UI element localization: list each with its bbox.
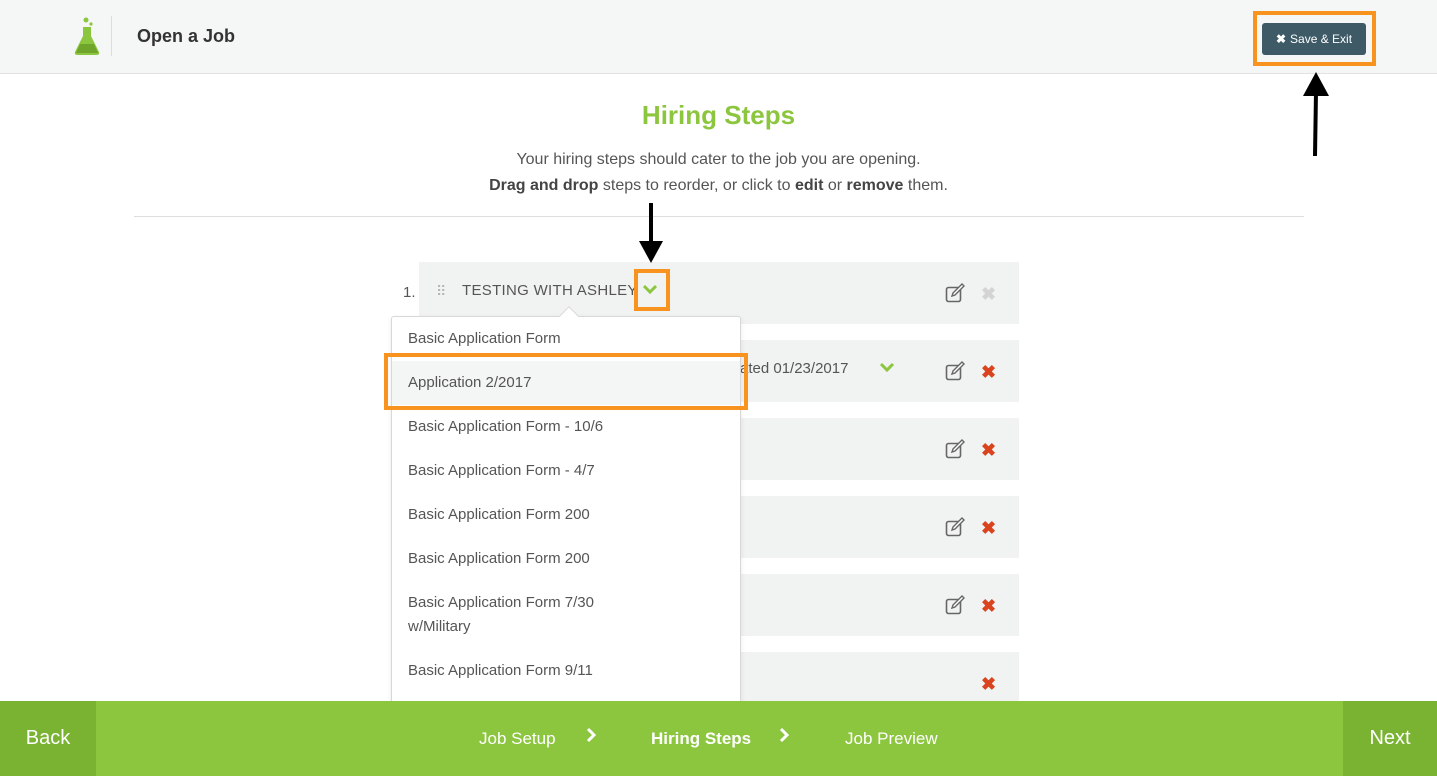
subtitle-mid-1: steps to reorder, or click to — [598, 177, 795, 194]
subtitle-line-2: Drag and drop steps to reorder, or click… — [0, 173, 1437, 199]
dropdown-option[interactable]: Basic Application Form - 10/6 — [392, 415, 740, 439]
top-header: Open a Job ✖ Save & Exit — [0, 0, 1437, 74]
dropdown-option-selected[interactable]: Application 2/2017 — [392, 361, 740, 405]
x-icon: ✖ — [1275, 32, 1287, 46]
subtitle-bold-drag: Drag and drop — [489, 177, 599, 194]
save-exit-button[interactable]: ✖ Save & Exit — [1262, 23, 1366, 55]
subtitle-end: them. — [903, 177, 948, 194]
dropdown-option[interactable]: Basic Application Form 9/11 — [392, 659, 740, 683]
delete-icon: ✖ — [981, 284, 997, 304]
edit-icon[interactable] — [945, 439, 965, 459]
section-title: Hiring Steps — [641, 100, 796, 130]
section-divider — [134, 216, 1304, 217]
breadcrumb-job-preview[interactable]: Job Preview — [845, 729, 938, 749]
annotation-arrow-up — [1303, 72, 1329, 157]
subtitle-mid-2: or — [823, 177, 847, 194]
edit-icon[interactable] — [945, 595, 965, 615]
chevron-down-icon[interactable] — [642, 282, 658, 300]
step-name: TESTING WITH ASHLEY — [462, 282, 638, 299]
annotation-arrow-down — [639, 203, 663, 263]
delete-icon[interactable]: ✖ — [981, 363, 996, 381]
subtitle-line-1: Your hiring steps should cater to the jo… — [516, 151, 921, 168]
step-number: 1. — [403, 284, 416, 301]
dropdown-option[interactable]: Basic Application Form - 4/7 — [392, 459, 740, 483]
page-title: Open a Job — [137, 26, 236, 46]
wizard-footer: Back Job Setup Hiring Steps Job Preview … — [0, 701, 1437, 776]
edit-icon[interactable] — [945, 283, 965, 303]
dropdown-option[interactable]: Basic Application Form 7/30 — [392, 591, 740, 615]
dropdown-option[interactable]: Basic Application Form — [392, 327, 740, 351]
edit-icon[interactable] — [945, 361, 965, 381]
subtitle-bold-edit: edit — [794, 177, 824, 194]
back-button[interactable]: Back — [0, 701, 96, 776]
dropdown-option[interactable]: Basic Application Form 200 — [392, 503, 740, 527]
chevron-down-icon[interactable] — [879, 360, 895, 377]
delete-icon[interactable]: ✖ — [981, 675, 996, 693]
edit-icon[interactable] — [945, 517, 965, 537]
next-button[interactable]: Next — [1343, 701, 1437, 776]
save-exit-label: Save & Exit — [1290, 32, 1353, 46]
dropdown-option-continued[interactable]: w/Military — [392, 615, 740, 639]
drag-handle-icon[interactable]: ⠿ — [436, 283, 446, 300]
breadcrumb-job-setup[interactable]: Job Setup — [479, 729, 556, 749]
subtitle-bold-remove: remove — [846, 177, 904, 194]
chevron-right-icon — [585, 727, 597, 748]
delete-icon[interactable]: ✖ — [981, 519, 996, 537]
dropdown-option[interactable]: Basic Application Form 200 — [392, 547, 740, 571]
header-divider — [111, 16, 112, 56]
section-subtitle: Your hiring steps should cater to the jo… — [0, 147, 1437, 199]
step-subtext: ated 01/23/2017 — [740, 360, 849, 377]
breadcrumb-hiring-steps[interactable]: Hiring Steps — [651, 729, 751, 749]
flask-logo-icon — [74, 17, 100, 55]
delete-icon[interactable]: ✖ — [981, 597, 996, 615]
delete-icon[interactable]: ✖ — [981, 441, 996, 459]
chevron-right-icon — [778, 727, 790, 748]
